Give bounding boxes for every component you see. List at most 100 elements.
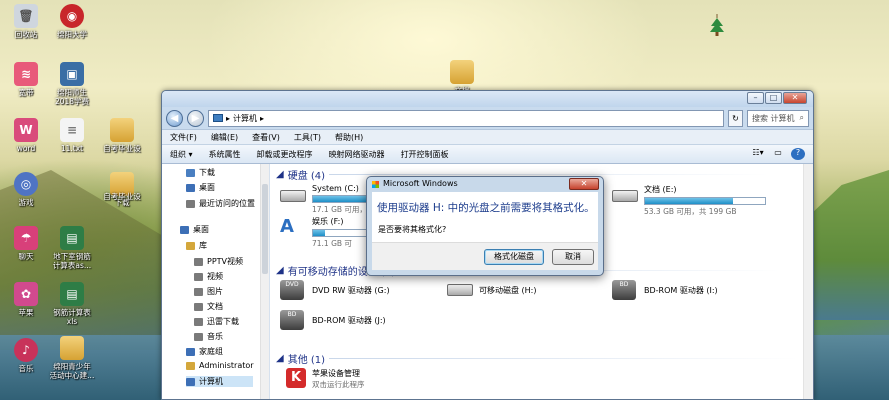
menu-file[interactable]: 文件(F) xyxy=(170,132,197,143)
menu-help[interactable]: 帮助(H) xyxy=(335,132,363,143)
format-dialog[interactable]: Microsoft Windows ✕ 使用驱动器 H: 中的光盘之前需要将其格… xyxy=(366,176,604,276)
drive-f-usage-bar xyxy=(312,229,372,237)
format-disk-button[interactable]: 格式化磁盘 xyxy=(484,249,544,265)
video-library-icon xyxy=(194,257,203,266)
forward-button[interactable]: ▶ xyxy=(187,109,204,127)
desktop-icon-thesis-2-label[interactable]: 自考毕业设 xyxy=(96,192,148,201)
desktop-icon-music[interactable]: ♪ 音乐 xyxy=(0,338,52,373)
nav-item-downloads[interactable]: 下载 xyxy=(186,167,215,178)
nav-item-pptv[interactable]: PPTV视频 xyxy=(194,256,243,267)
refresh-button[interactable]: ↻ xyxy=(728,109,743,127)
maximize-button[interactable]: □ xyxy=(765,92,782,104)
user-folder-icon xyxy=(186,361,195,370)
drive-f[interactable]: A 娱乐 (F:) 71.1 GB 可 xyxy=(280,216,372,249)
group-header-other[interactable]: ◢ 其他 (1) xyxy=(276,351,800,366)
preview-pane-icon[interactable]: ▭ xyxy=(771,148,785,160)
nav-scrollbar[interactable] xyxy=(260,164,269,399)
computer-icon xyxy=(213,114,223,122)
desktop-icon-rebar-basement[interactable]: ▤ 地下室钢筋 计算表as... xyxy=(46,226,98,270)
menu-edit[interactable]: 编辑(E) xyxy=(211,132,238,143)
breadcrumb-computer[interactable]: 计算机 xyxy=(233,113,257,124)
games-icon: ◎ xyxy=(14,172,38,196)
view-options-icon[interactable]: ☷▾ xyxy=(751,148,765,160)
chat-icon: ☂ xyxy=(14,226,38,250)
collapse-arrow-icon: ◢ xyxy=(276,353,284,364)
nav-scroll-thumb[interactable] xyxy=(262,184,268,274)
picture-library-icon xyxy=(194,287,203,296)
menu-tools[interactable]: 工具(T) xyxy=(294,132,321,143)
desktop-icon-games[interactable]: ◎ 游戏 xyxy=(0,172,52,207)
nav-item-music[interactable]: 音乐 xyxy=(194,331,223,342)
nav-item-libraries[interactable]: 库 xyxy=(186,240,207,251)
wallpaper-mountain-right xyxy=(810,170,889,320)
dialog-message: 使用驱动器 H: 中的光盘之前需要将其格式化。 xyxy=(377,202,595,214)
system-properties-button[interactable]: 系统属性 xyxy=(209,149,241,160)
nav-item-documents[interactable]: 文档 xyxy=(194,301,223,312)
christmas-tree-icon[interactable] xyxy=(709,14,725,38)
text-file-icon: ≡ xyxy=(60,118,84,142)
uninstall-program-button[interactable]: 卸载或更改程序 xyxy=(257,149,313,160)
desktop-icon-rebar-table[interactable]: ▤ 钢筋计算表 xls xyxy=(46,282,98,326)
drive-e-usage-bar xyxy=(644,197,766,205)
university-logo-icon: ◉ xyxy=(60,4,84,28)
open-control-panel-button[interactable]: 打开控制面板 xyxy=(401,149,449,160)
nav-item-desktop[interactable]: 桌面 xyxy=(186,182,215,193)
search-icon: ⌕ xyxy=(799,112,804,122)
desktop-icon-word[interactable]: W word xyxy=(0,118,52,153)
desktop-icon-thesis-1[interactable]: 自考毕业设 xyxy=(96,118,148,153)
shortcut-icon: ▣ xyxy=(60,62,84,86)
drive-h[interactable]: 可移动磁盘 (H:) xyxy=(447,280,537,300)
desktop-icon-youth-center[interactable]: 绵阳青少年 活动中心建... xyxy=(46,336,98,380)
title-bar[interactable]: – □ ✕ xyxy=(162,91,813,107)
search-input[interactable]: 搜索 计算机 ⌕ xyxy=(747,109,809,127)
address-bar[interactable]: ▸ 计算机 ▸ xyxy=(208,109,724,127)
dialog-title: Microsoft Windows xyxy=(383,179,458,188)
music-icon: ♪ xyxy=(14,338,38,362)
homegroup-icon xyxy=(186,347,195,356)
desktop-icon-apple[interactable]: ✿ 苹果 xyxy=(0,282,52,317)
organize-button[interactable]: 组织 ▾ xyxy=(170,149,193,160)
font-a-icon: A xyxy=(280,216,294,237)
hard-drive-icon xyxy=(612,190,638,202)
nav-item-thunder-downloads[interactable]: 迅雷下载 xyxy=(194,316,239,327)
nav-item-pictures[interactable]: 图片 xyxy=(194,286,223,297)
dialog-question: 是否要将其格式化? xyxy=(378,225,447,234)
desktop-icon-downloads[interactable]: 下载 xyxy=(96,172,148,207)
cancel-button[interactable]: 取消 xyxy=(552,249,594,265)
back-button[interactable]: ◀ xyxy=(166,109,183,127)
k-app-icon: K xyxy=(286,368,306,388)
apple-device-manager[interactable]: K 苹果设备管理 双击运行此程序 xyxy=(286,368,365,390)
removable-disk-icon xyxy=(447,284,473,296)
dialog-footer: 格式化磁盘 取消 xyxy=(372,242,598,270)
video-library-icon xyxy=(194,272,203,281)
nav-item-homegroup[interactable]: 家庭组 xyxy=(186,346,223,357)
drive-e[interactable]: 文档 (E:) 53.3 GB 可用，共 199 GB xyxy=(612,184,766,217)
nav-item-computer[interactable]: 计算机 xyxy=(186,376,253,387)
content-scrollbar[interactable] xyxy=(803,164,813,399)
menu-view[interactable]: 查看(V) xyxy=(252,132,280,143)
drive-g[interactable]: DVD DVD RW 驱动器 (G:) xyxy=(280,280,390,300)
dialog-title-bar[interactable]: Microsoft Windows ✕ xyxy=(367,177,603,192)
help-icon[interactable]: ? xyxy=(791,148,805,160)
desktop-icon-recycle-bin[interactable]: 🗑 回收站 xyxy=(0,4,52,39)
nav-item-administrator[interactable]: Administrator xyxy=(186,361,254,370)
nav-item-desktop-root[interactable]: 桌面 xyxy=(180,224,209,235)
desktop-icon-11-txt[interactable]: ≡ 11.txt xyxy=(46,118,98,153)
folder-icon xyxy=(450,60,474,84)
minimize-button[interactable]: – xyxy=(747,92,764,104)
desktop-icon-mianyang-university[interactable]: ◉ 绵阳大学 xyxy=(46,4,98,39)
dialog-close-button[interactable]: ✕ xyxy=(569,178,599,190)
desktop-icon xyxy=(186,183,195,192)
map-network-drive-button[interactable]: 映射网络驱动器 xyxy=(329,149,385,160)
recent-places-icon xyxy=(186,199,195,208)
nav-item-recent-places[interactable]: 最近访问的位置 xyxy=(186,198,255,209)
close-button[interactable]: ✕ xyxy=(783,92,807,104)
drive-i[interactable]: BD BD-ROM 驱动器 (I:) xyxy=(612,280,718,300)
desktop-icon-chat[interactable]: ☂ 聊天 xyxy=(0,226,52,261)
nav-item-videos[interactable]: 视频 xyxy=(194,271,223,282)
drive-j[interactable]: BD BD-ROM 驱动器 (J:) xyxy=(280,310,386,330)
breadcrumb-arrow: ▸ xyxy=(226,113,231,123)
desktop-icon-broadband[interactable]: ≋ 宽带 xyxy=(0,62,52,97)
desktop-icon-tuition[interactable]: ▣ 绵阳师生 2018学费 xyxy=(46,62,98,106)
apple-app-icon: ✿ xyxy=(14,282,38,306)
